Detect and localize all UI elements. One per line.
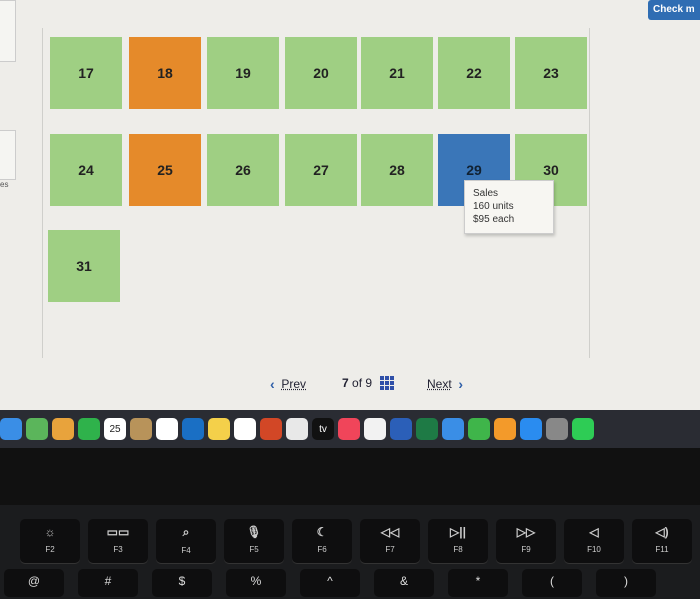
key-label: F9 [521, 545, 531, 554]
numbers-icon[interactable] [468, 418, 490, 440]
sidebar-text: es [0, 180, 9, 189]
dock: 25 tv [0, 410, 700, 448]
calendar-day-25[interactable]: 25 [129, 134, 201, 206]
key-icon: ▷▷ [516, 525, 536, 539]
tooltip: Sales 160 units $95 each [464, 180, 554, 234]
key-icon: ◁) [655, 525, 669, 539]
word-icon[interactable] [390, 418, 412, 440]
key-symbol[interactable]: & [374, 569, 434, 597]
notes-icon[interactable] [208, 418, 230, 440]
key-symbol[interactable]: # [78, 569, 138, 597]
key-label: F8 [453, 545, 463, 554]
calendar-day-23[interactable]: 23 [515, 37, 587, 109]
key-f11[interactable]: ◁) F11 [632, 519, 692, 563]
key-label: F4 [181, 546, 191, 555]
key-label: F7 [385, 545, 395, 554]
outlook-icon[interactable] [182, 418, 204, 440]
chrome-icon[interactable] [286, 418, 308, 440]
calendar-day-28[interactable]: 28 [361, 134, 433, 206]
current-page: 7 [342, 376, 349, 390]
key-label: F6 [317, 545, 327, 554]
contacts-icon[interactable] [130, 418, 152, 440]
key-label: F11 [655, 545, 669, 554]
key-icon: ▷|| [450, 525, 466, 539]
key-f5[interactable]: 🎙 F5 [224, 519, 284, 563]
key-label: F3 [113, 545, 123, 554]
key-label: F2 [45, 545, 55, 554]
keyboard: ☼ F2 ▭▭ F3 ⌕ F4 🎙 F5 ☾ F6 ◁◁ F7 ▷|| F8 ▷▷ F9 ◁ F10 ◁) F11 @ #… [0, 505, 700, 599]
calendar-day-18[interactable]: 18 [129, 37, 201, 109]
excel-icon[interactable] [416, 418, 438, 440]
sidebar-panel [0, 0, 16, 62]
keynote-icon[interactable] [442, 418, 464, 440]
key-f9[interactable]: ▷▷ F9 [496, 519, 556, 563]
music-icon[interactable] [338, 418, 360, 440]
of-label: of [352, 376, 363, 390]
key-f8[interactable]: ▷|| F8 [428, 519, 488, 563]
key-f7[interactable]: ◁◁ F7 [360, 519, 420, 563]
key-label: F5 [249, 545, 259, 554]
freeform-icon[interactable] [234, 418, 256, 440]
key-f4[interactable]: ⌕ F4 [156, 519, 216, 563]
key-f10[interactable]: ◁ F10 [564, 519, 624, 563]
tooltip-title: Sales [473, 188, 499, 199]
sidebar-panel [0, 130, 16, 180]
key-icon: ⌕ [182, 525, 190, 539]
screen: es Check m 17 18 19 20 21 22 23 24 25 26 27 28 29 30 3… [0, 0, 700, 410]
key-label: F10 [587, 545, 601, 554]
photos-icon[interactable] [52, 418, 74, 440]
calendar-icon[interactable]: 25 [104, 418, 126, 440]
tooltip-units: 160 units [473, 201, 514, 212]
calendar-day-20[interactable]: 20 [285, 37, 357, 109]
calendar-day-17[interactable]: 17 [50, 37, 122, 109]
check-button[interactable]: Check m [648, 0, 700, 20]
key-icon: 🎙 [246, 525, 262, 539]
calendar-day-27[interactable]: 27 [285, 134, 357, 206]
whatsapp-icon[interactable] [572, 418, 594, 440]
key-symbol[interactable]: $ [152, 569, 212, 597]
key-icon: ◁◁ [380, 525, 400, 539]
key-icon: ☼ [44, 525, 56, 539]
key-symbol[interactable]: ) [596, 569, 656, 597]
news-icon[interactable] [364, 418, 386, 440]
calendar-day-22[interactable]: 22 [438, 37, 510, 109]
key-symbol[interactable]: % [226, 569, 286, 597]
total-pages: 9 [365, 376, 373, 390]
chevron-left-icon: ‹ [270, 376, 275, 392]
calendar-day-26[interactable]: 26 [207, 134, 279, 206]
mail-icon[interactable] [0, 418, 22, 440]
key-symbol[interactable]: ( [522, 569, 582, 597]
prev-button[interactable]: ‹ Prev [270, 376, 306, 392]
key-symbol[interactable]: * [448, 569, 508, 597]
calendar-day-21[interactable]: 21 [361, 37, 433, 109]
tooltip-price: $95 each [473, 214, 515, 225]
next-label: Next [427, 377, 452, 391]
key-icon: ☾ [316, 525, 328, 539]
key-f6[interactable]: ☾ F6 [292, 519, 352, 563]
facetime-icon[interactable] [78, 418, 100, 440]
calendar-day-19[interactable]: 19 [207, 37, 279, 109]
app-store-icon[interactable] [520, 418, 542, 440]
maps-icon[interactable] [26, 418, 48, 440]
settings-icon[interactable] [546, 418, 568, 440]
calendar-day-24[interactable]: 24 [50, 134, 122, 206]
next-button[interactable]: Next › [427, 376, 463, 392]
key-f2[interactable]: ☼ F2 [20, 519, 80, 563]
key-symbol[interactable]: ^ [300, 569, 360, 597]
pages-icon[interactable] [494, 418, 516, 440]
prev-label: Prev [281, 377, 307, 391]
tv-icon[interactable]: tv [312, 418, 334, 440]
key-icon: ◁ [589, 525, 599, 539]
calendar-day-31[interactable]: 31 [48, 230, 120, 302]
key-f3[interactable]: ▭▭ F3 [88, 519, 148, 563]
page-indicator: 7 of 9 [342, 376, 395, 390]
key-symbol[interactable]: @ [4, 569, 64, 597]
reminders-icon[interactable] [156, 418, 178, 440]
powerpoint-icon[interactable] [260, 418, 282, 440]
key-icon: ▭▭ [106, 525, 130, 539]
grid-icon[interactable] [380, 376, 395, 390]
chevron-right-icon: › [458, 376, 464, 392]
